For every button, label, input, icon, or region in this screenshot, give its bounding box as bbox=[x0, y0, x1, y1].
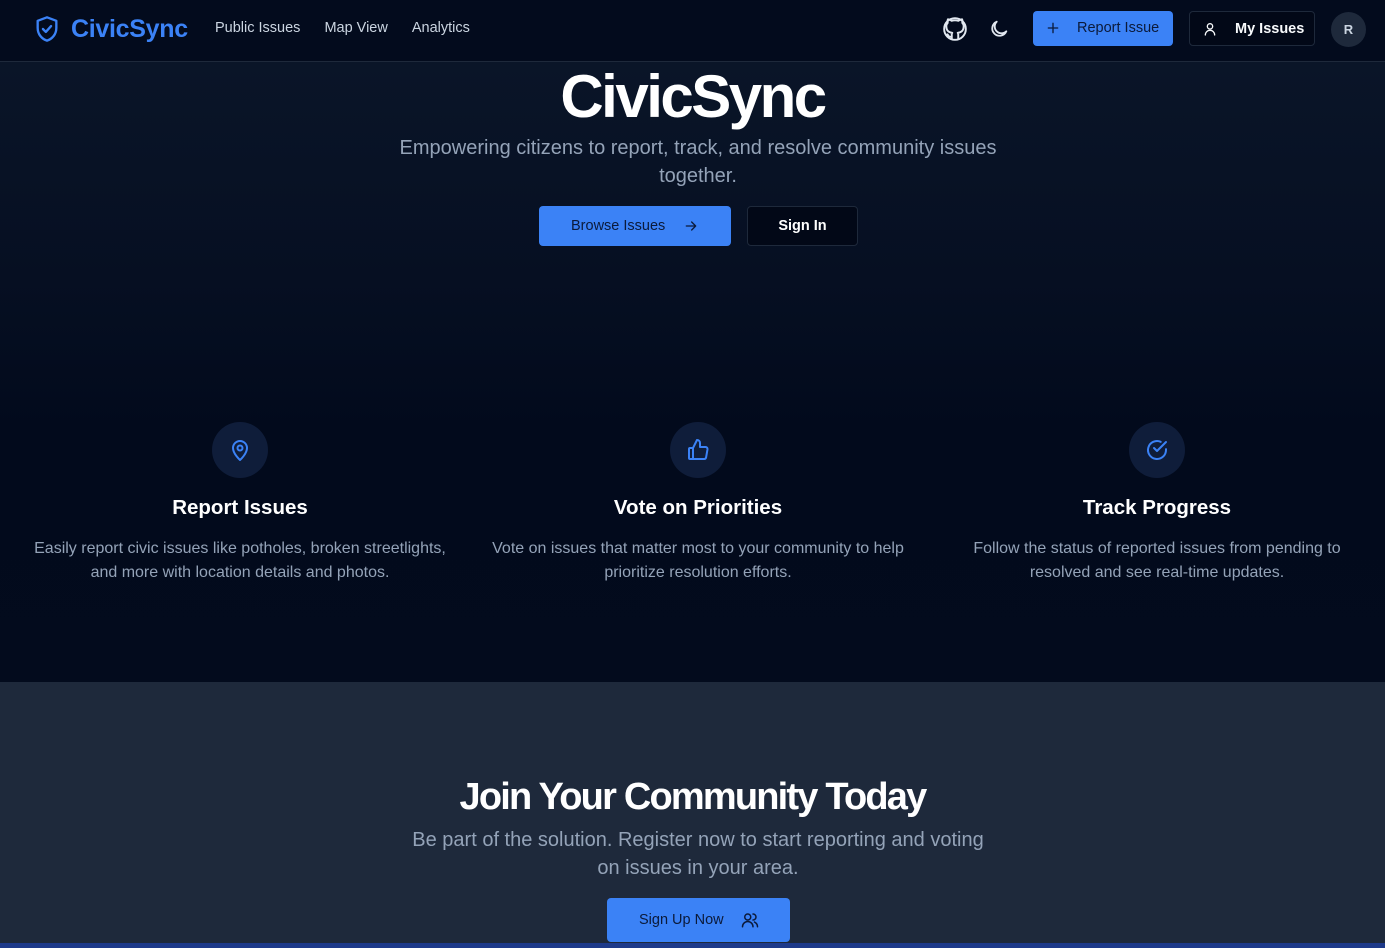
page-bottom-edge bbox=[0, 943, 1385, 948]
feature-title: Vote on Priorities bbox=[613, 496, 783, 519]
avatar[interactable]: R bbox=[1331, 12, 1366, 47]
sign-in-button[interactable]: Sign In bbox=[747, 206, 858, 246]
feature-description: Easily report civic issues like potholes… bbox=[34, 540, 446, 581]
my-issues-button[interactable]: My Issues bbox=[1189, 11, 1315, 46]
feature-title: Track Progress bbox=[1082, 496, 1232, 519]
user-icon bbox=[1204, 23, 1216, 36]
github-icon[interactable] bbox=[942, 16, 968, 42]
nav-link-map-view[interactable]: Map View bbox=[324, 20, 387, 36]
map-pin-icon bbox=[232, 440, 248, 461]
browse-issues-label: Browse Issues bbox=[571, 218, 666, 234]
users-icon bbox=[741, 913, 759, 928]
cta-subtitle: Be part of the solution. Register now to… bbox=[412, 829, 984, 879]
feature-title: Report Issues bbox=[172, 496, 308, 519]
shield-check-icon bbox=[36, 16, 58, 42]
nav-link-public-issues[interactable]: Public Issues bbox=[215, 20, 300, 36]
browse-issues-button[interactable]: Browse Issues bbox=[539, 206, 731, 246]
feature-icon-circle bbox=[670, 422, 726, 478]
thumbs-up-icon bbox=[688, 439, 709, 460]
brand-logo[interactable]: CivicSync bbox=[33, 13, 188, 45]
hero-subtitle: Empowering citizens to report, track, an… bbox=[399, 137, 997, 187]
check-circle-icon bbox=[1147, 440, 1167, 460]
hero-title: CivicSync bbox=[560, 63, 827, 130]
feature-description: Follow the status of reported issues fro… bbox=[973, 540, 1341, 581]
nav-link-analytics[interactable]: Analytics bbox=[412, 20, 470, 36]
moon-icon[interactable] bbox=[988, 18, 1010, 40]
report-issue-label: Report Issue bbox=[1077, 20, 1160, 36]
feature-icon-circle bbox=[1129, 422, 1185, 478]
sign-up-now-button[interactable]: Sign Up Now bbox=[607, 898, 790, 942]
arrow-right-icon bbox=[685, 221, 697, 231]
sign-up-now-label: Sign Up Now bbox=[639, 912, 724, 928]
cta-section: Join Your Community Today Be part of the… bbox=[0, 682, 1385, 948]
nav-links: Public Issues Map View Analytics bbox=[215, 20, 494, 36]
hero-section: CivicSync Empowering citizens to report,… bbox=[0, 62, 1385, 682]
report-issue-button[interactable]: Report Issue bbox=[1033, 11, 1173, 46]
plus-icon bbox=[1047, 22, 1059, 34]
cta-title: Join Your Community Today bbox=[459, 776, 928, 818]
feature-icon-circle bbox=[212, 422, 268, 478]
feature-description: Vote on issues that matter most to your … bbox=[492, 540, 904, 581]
navbar: CivicSync Public Issues Map View Analyti… bbox=[0, 0, 1385, 62]
my-issues-label: My Issues bbox=[1235, 21, 1305, 37]
brand-name: CivicSync bbox=[71, 14, 188, 43]
